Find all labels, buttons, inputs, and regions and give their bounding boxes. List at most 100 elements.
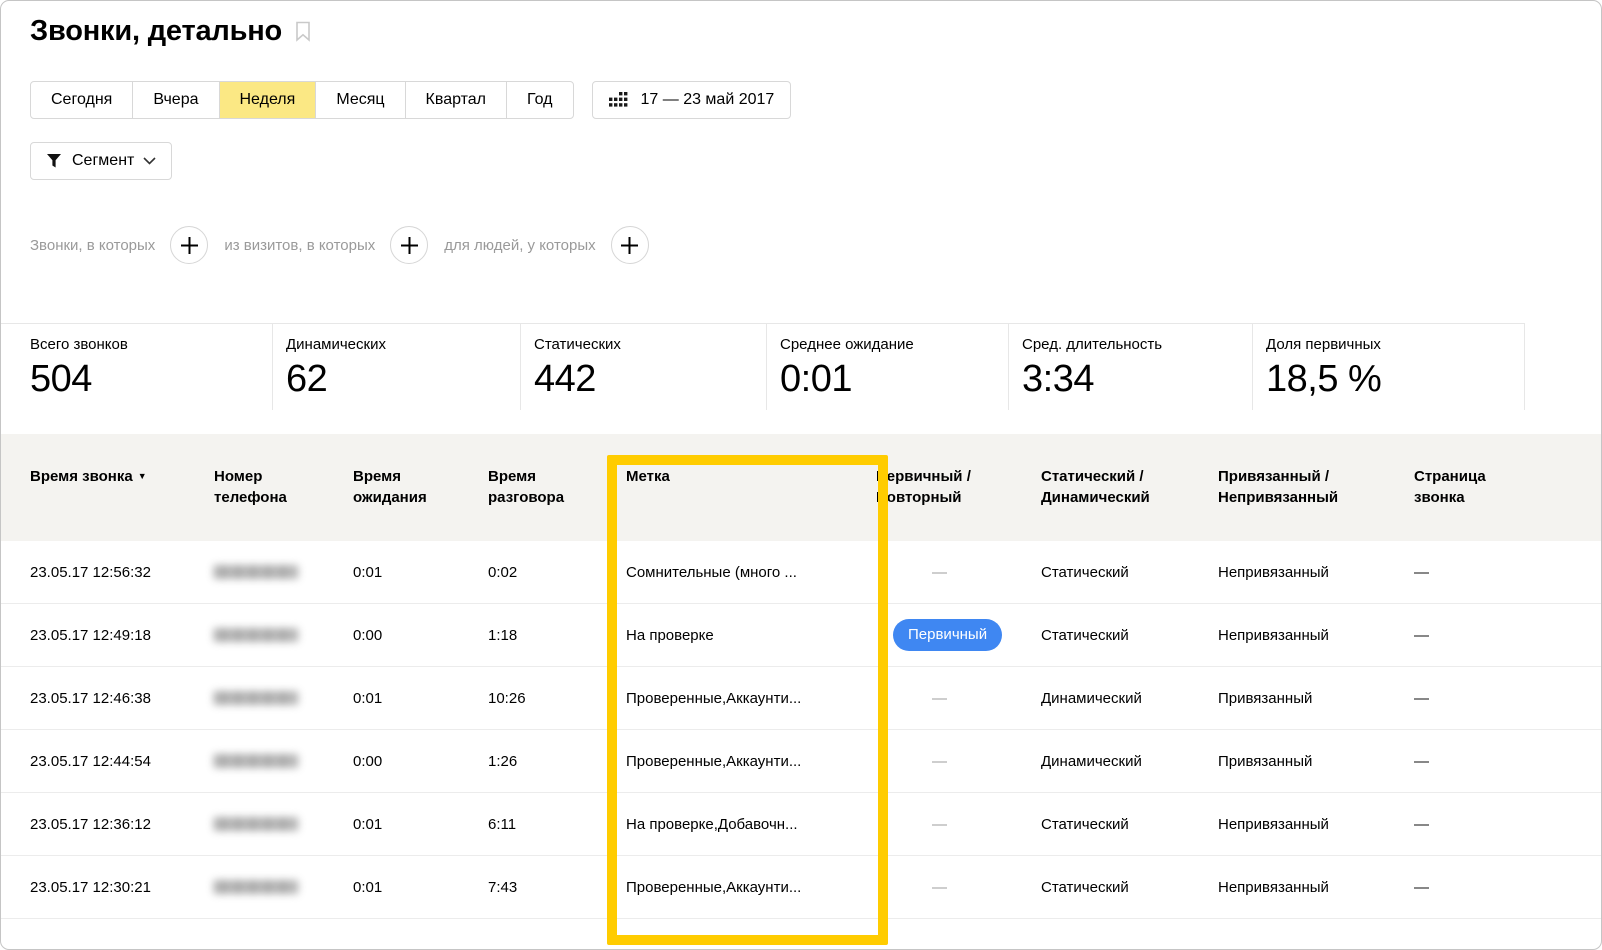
page-header: Звонки, детально [30,15,311,48]
cell-call-page: — [1414,879,1601,896]
metric-value: 3:34 [1022,358,1252,401]
metric-label: Статических [534,336,766,353]
cell-phone [214,565,353,579]
cell-wait-time: 0:00 [353,753,488,770]
cell-bound: Непривязанный [1218,564,1414,581]
funnel-icon [46,153,62,169]
cell-talk-time: 7:43 [488,879,626,896]
cell-talk-time: 0:02 [488,564,626,581]
filter-calls-label: Звонки, в которых [30,237,155,254]
table-row[interactable]: 23.05.17 12:56:32 0:01 0:02 Сомнительные… [1,541,1601,604]
metric-label: Среднее ожидание [780,336,1008,353]
cell-tag: На проверке,Добавочн... [626,816,876,833]
period-tabs: Сегодня Вчера Неделя Месяц Квартал Год [30,81,574,119]
add-visit-filter-button[interactable] [390,226,428,264]
calendar-grid-icon [609,92,630,108]
column-header-call-time[interactable]: Время звонка▼ [30,466,214,541]
cell-wait-time: 0:01 [353,690,488,707]
cell-call-time: 23.05.17 12:49:18 [30,627,214,644]
cell-bound: Привязанный [1218,753,1414,770]
add-call-filter-button[interactable] [170,226,208,264]
cell-primary: — [876,753,1041,770]
cell-call-time: 23.05.17 12:56:32 [30,564,214,581]
column-header-call-page: Страницазвонка [1414,466,1601,541]
metric-value: 18,5 % [1266,358,1524,401]
cell-wait-time: 0:01 [353,564,488,581]
plus-icon [401,237,418,254]
metric-avg-wait: Среднее ожидание 0:01 [767,324,1009,410]
tab-yesterday[interactable]: Вчера [132,81,219,119]
tab-year[interactable]: Год [506,81,573,119]
period-toolbar: Сегодня Вчера Неделя Месяц Квартал Год 1… [30,81,791,119]
cell-primary: — [876,690,1041,707]
cell-static-dynamic: Динамический [1041,753,1218,770]
cell-talk-time: 1:18 [488,627,626,644]
cell-call-page: — [1414,690,1601,707]
date-range-label: 17 — 23 май 2017 [641,91,775,109]
column-header-wait-time: Времяожидания [353,466,488,541]
column-header-static-dynamic: Статический /Динамический [1041,466,1218,541]
filter-people-label: для людей, у которых [444,237,595,254]
cell-tag: Проверенные,Аккаунти... [626,690,876,707]
phone-number-redacted [214,628,298,642]
cell-bound: Привязанный [1218,690,1414,707]
tab-quarter[interactable]: Квартал [405,81,507,119]
sort-desc-icon: ▼ [138,471,147,481]
cell-call-page: — [1414,753,1601,770]
cell-call-time: 23.05.17 12:30:21 [30,879,214,896]
cell-call-page: — [1414,627,1601,644]
add-people-filter-button[interactable] [611,226,649,264]
cell-phone [214,691,353,705]
table-row[interactable]: 23.05.17 12:44:54 0:00 1:26 Проверенные,… [1,730,1601,793]
table-row[interactable]: 23.05.17 12:36:12 0:01 6:11 На проверке,… [1,793,1601,856]
phone-number-redacted [214,565,298,579]
cell-call-time: 23.05.17 12:36:12 [30,816,214,833]
metric-label: Сред. длительность [1022,336,1252,353]
cell-call-time: 23.05.17 12:44:54 [30,753,214,770]
filter-builder: Звонки, в которых из визитов, в которых … [30,226,665,264]
date-range-picker[interactable]: 17 — 23 май 2017 [592,81,792,119]
cell-tag: Проверенные,Аккаунти... [626,879,876,896]
column-header-tag: Метка [626,466,876,541]
phone-number-redacted [214,817,298,831]
bookmark-icon[interactable] [295,21,311,47]
cell-call-page: — [1414,564,1601,581]
metric-first-call-share: Доля первичных 18,5 % [1253,324,1525,410]
cell-primary: — [876,816,1041,833]
metric-label: Доля первичных [1266,336,1524,353]
page-title: Звонки, детально [30,15,282,48]
cell-phone [214,628,353,642]
column-header-phone: Номертелефона [214,466,353,541]
tab-today[interactable]: Сегодня [30,81,133,119]
app-window: Звонки, детально Сегодня Вчера Неделя Ме… [0,0,1602,950]
cell-phone [214,754,353,768]
column-header-talk-time: Времяразговора [488,466,626,541]
metric-avg-duration: Сред. длительность 3:34 [1009,324,1253,410]
metric-static: Статических 442 [521,324,767,410]
table-row[interactable]: 23.05.17 12:30:21 0:01 7:43 Проверенные,… [1,856,1601,919]
cell-talk-time: 6:11 [488,816,626,833]
cell-wait-time: 0:00 [353,627,488,644]
cell-tag: На проверке [626,627,876,644]
primary-badge: Первичный [893,619,1002,651]
metric-total-calls: Всего звонков 504 [1,324,273,410]
cell-phone [214,880,353,894]
table-row[interactable]: 23.05.17 12:46:38 0:01 10:26 Проверенные… [1,667,1601,730]
metric-dynamic: Динамических 62 [273,324,521,410]
cell-talk-time: 10:26 [488,690,626,707]
cell-static-dynamic: Статический [1041,627,1218,644]
plus-icon [621,237,638,254]
cell-bound: Непривязанный [1218,627,1414,644]
phone-number-redacted [214,880,298,894]
summary-metrics: Всего звонков 504 Динамических 62 Статич… [1,323,1525,410]
cell-static-dynamic: Статический [1041,564,1218,581]
cell-wait-time: 0:01 [353,879,488,896]
cell-bound: Непривязанный [1218,816,1414,833]
metric-value: 62 [286,358,520,401]
cell-phone [214,817,353,831]
tab-week[interactable]: Неделя [219,81,317,119]
column-header-primary-repeat: Первичный /Повторный [876,466,1041,541]
segment-button[interactable]: Сегмент [30,142,172,180]
tab-month[interactable]: Месяц [315,81,405,119]
table-row[interactable]: 23.05.17 12:49:18 0:00 1:18 На проверке … [1,604,1601,667]
